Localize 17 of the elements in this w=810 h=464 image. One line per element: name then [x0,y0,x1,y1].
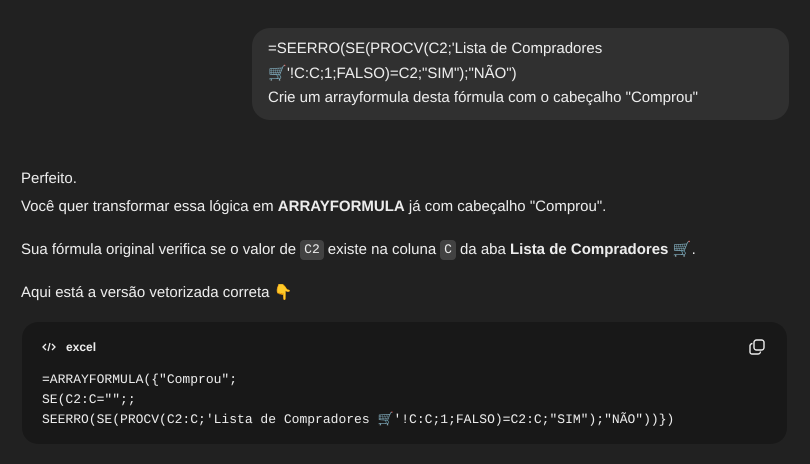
text-span: Aqui está a versão vetorizada correta 👇 [21,282,293,302]
message-text: 🛒'!C:C;1;FALSO)=C2;"SIM");"NÃO") [268,64,518,84]
inline-code: C [440,240,456,260]
code-language: excel [66,340,96,354]
text-span: Sua fórmula original verifica se o valor de [21,240,296,260]
code-icon [42,342,56,352]
text-span: Perfeito. [21,168,77,188]
text-span: da aba Lista de Compradores 🛒. [460,240,696,260]
inline-code: C2 [300,240,324,260]
code-line: =ARRAYFORMULA({"Comprou"; [42,370,238,388]
code-line: SEERRO(SE(PROCV(C2:C;'Lista de Compradores 🛒'!C:C;1;FALSO)=C2:C;"SIM");"NÃO"))}) [42,410,676,428]
message-text: Crie um arrayformula desta fórmula com o cabeçalho "Comprou" [268,88,699,108]
text-span: existe na coluna [328,240,436,260]
message-text: =SEERRO(SE(PROCV(C2;'Lista de Compradores [268,39,604,59]
code-line: SE(C2:C="";; [42,390,137,408]
copy-button[interactable] [747,336,767,356]
text-span: Você quer transformar essa lógica em ARRAYFORMULA já com cabeçalho "Comprou". [21,196,606,216]
